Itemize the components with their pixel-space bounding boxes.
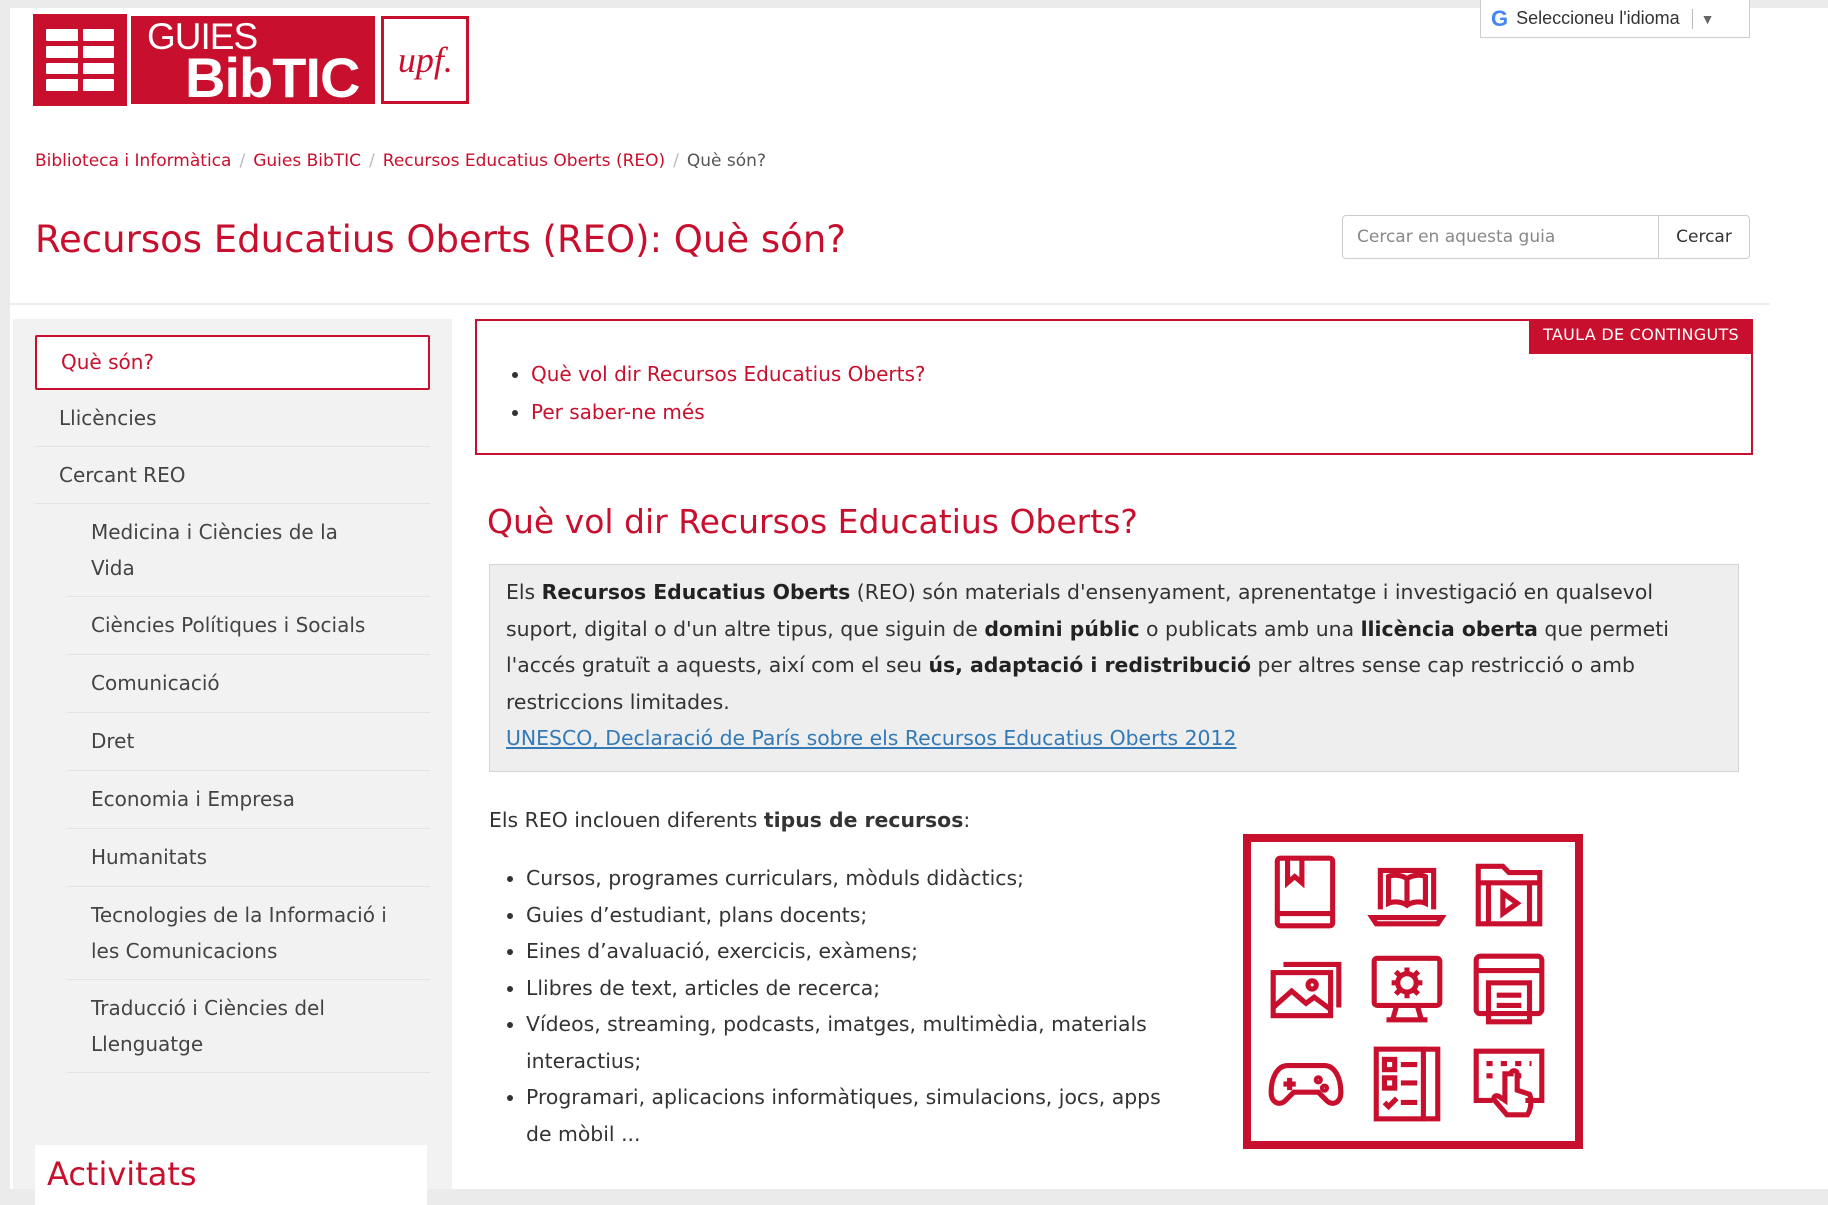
checklist-icon	[1374, 1046, 1441, 1122]
breadcrumb-current: Què són?	[686, 151, 766, 171]
monitor-settings-icon	[1371, 955, 1443, 1022]
activities-title: Activitats	[47, 1155, 197, 1193]
list-item: Cursos, programes curriculars, mòduls di…	[526, 860, 1166, 897]
language-selector[interactable]: G Seleccioneu l'idioma ▼	[1480, 0, 1750, 38]
activities-box: Activitats	[35, 1145, 427, 1205]
intro-bold: tipus de recursos	[763, 808, 964, 832]
divider	[1691, 8, 1693, 29]
book-icon	[1274, 855, 1336, 929]
language-label: Seleccioneu l'idioma	[1516, 8, 1680, 28]
search-input[interactable]	[1342, 215, 1659, 259]
table-of-contents: TAULA DE CONTINGUTS Què vol dir Recursos…	[475, 319, 1753, 455]
guide-search: Cercar	[1342, 215, 1750, 259]
sidebar-item-llicencies[interactable]: Llicències	[35, 390, 430, 447]
divider	[10, 303, 1770, 305]
sidebar-subitem-traduccio[interactable]: Traducció i Ciències del Llenguatge	[67, 980, 430, 1073]
video-file-icon	[1475, 863, 1542, 927]
logo-wordmark: GUIES BibTIC	[131, 16, 376, 109]
resource-types-intro: Els REO inclouen diferents tipus de recu…	[489, 808, 970, 832]
upf-logo: upf.	[381, 16, 470, 104]
search-button[interactable]: Cercar	[1659, 215, 1750, 259]
sidebar-subitem-comunicacio[interactable]: Comunicació	[67, 655, 430, 713]
quote-bold: llicència oberta	[1360, 616, 1538, 641]
logo-line2: BibTIC	[185, 46, 360, 109]
caret-down-icon: ▼	[1700, 10, 1715, 27]
intro-text: Els REO inclouen diferents	[489, 808, 764, 832]
breadcrumb-separator: /	[239, 151, 246, 171]
toc-label: TAULA DE CONTINGUTS	[1529, 319, 1753, 354]
resource-types-list: Cursos, programes curriculars, mòduls di…	[526, 860, 1166, 1152]
breadcrumb-item[interactable]: Guies BibTIC	[253, 151, 361, 171]
quote-text: o publicats amb una	[1139, 616, 1361, 641]
gamepad-icon	[1268, 1063, 1344, 1107]
sidebar-item-cercant-reo[interactable]: Cercant REO	[35, 447, 430, 504]
sidebar-nav: Què són? Llicències Cercant REO Medicina…	[13, 319, 452, 1205]
page-title: Recursos Educatius Oberts (REO): Què són…	[35, 218, 846, 261]
page: GUIES BibTIC upf. G Seleccioneu l'idioma…	[10, 0, 1828, 1205]
intro-end: :	[963, 808, 971, 832]
sidebar-subitem-ciencies-politiques[interactable]: Ciències Polítiques i Socials	[67, 597, 430, 655]
breadcrumb-separator: /	[673, 151, 679, 171]
list-item: Llibres de text, articles de recerca;	[526, 970, 1166, 1007]
sidebar-subitem-economia[interactable]: Economia i Empresa	[67, 771, 430, 829]
sidebar-subitem-medicina[interactable]: Medicina i Ciències de la Vida	[67, 504, 430, 597]
definition-quote: Els Recursos Educatius Oberts (REO) són …	[489, 564, 1739, 772]
list-item: Programari, aplicacions informàtiques, s…	[526, 1079, 1166, 1152]
section-heading: Què vol dir Recursos Educatius Oberts?	[487, 502, 1138, 541]
printer-icon	[1473, 953, 1545, 1025]
breadcrumb-item[interactable]: Recursos Educatius Oberts (REO)	[383, 151, 665, 171]
sidebar-subitem-tecnologies[interactable]: Tecnologies de la Informació i les Comun…	[67, 887, 430, 980]
breadcrumb: Biblioteca i Informàtica / Guies BibTIC …	[35, 151, 766, 171]
quote-text: Els	[506, 580, 542, 604]
breadcrumb-item[interactable]: Biblioteca i Informàtica	[35, 151, 231, 171]
google-icon: G	[1491, 5, 1509, 31]
sidebar-subitem-dret[interactable]: Dret	[67, 713, 430, 771]
toc-link[interactable]: Per saber-ne més	[531, 400, 705, 424]
ebook-laptop-icon	[1367, 867, 1447, 927]
sidebar-item-que-son[interactable]: Què són?	[35, 335, 430, 390]
list-item: Guies d’estudiant, plans docents;	[526, 897, 1166, 934]
site-logo[interactable]: GUIES BibTIC upf.	[33, 14, 470, 109]
breadcrumb-separator: /	[369, 151, 375, 171]
resource-icons-illustration	[1243, 834, 1583, 1149]
list-item: Per saber-ne més	[531, 393, 925, 431]
quote-bold: ús, adaptació i redistribució	[928, 653, 1252, 677]
sidebar-subitem-humanitats[interactable]: Humanitats	[67, 829, 430, 887]
list-item: Què vol dir Recursos Educatius Oberts?	[531, 355, 925, 393]
quote-bold: Recursos Educatius Oberts	[541, 580, 851, 604]
toc-link[interactable]: Què vol dir Recursos Educatius Oberts?	[531, 362, 925, 386]
logo-grid-icon	[33, 14, 127, 106]
quote-bold: domini públic	[984, 616, 1140, 641]
list-item: Vídeos, streaming, podcasts, imatges, mu…	[526, 1006, 1166, 1079]
unesco-link[interactable]: UNESCO, Declaració de París sobre els Re…	[506, 726, 1236, 750]
image-icon	[1270, 961, 1342, 1018]
touch-keypad-icon	[1473, 1048, 1545, 1118]
list-item: Eines d’avaluació, exercicis, exàmens;	[526, 933, 1166, 970]
